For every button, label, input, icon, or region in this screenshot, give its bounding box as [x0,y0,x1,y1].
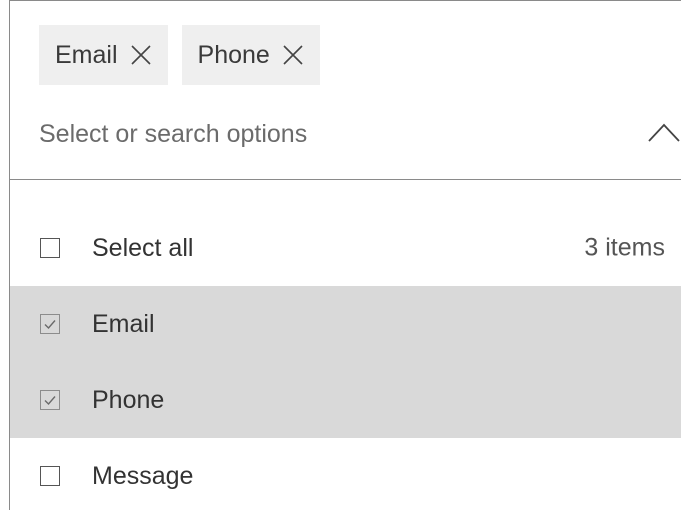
options-list: Select all 3 items Email Phone Message [10,210,681,514]
option-checkbox[interactable] [40,390,60,410]
chip-email: Email [39,25,168,85]
item-count: 3 items [584,233,665,262]
option-label: Email [92,309,155,338]
checkmark-icon [44,396,56,406]
checkmark-icon [44,320,56,330]
option-label: Phone [92,385,165,414]
chip-label: Email [55,40,118,69]
search-input[interactable] [39,114,599,154]
select-all-label: Select all [92,233,194,262]
chip-phone: Phone [181,25,320,85]
select-all-option[interactable]: Select all 3 items [10,210,681,286]
option-checkbox[interactable] [40,314,60,334]
multiselect-input-area[interactable]: Email Phone [10,1,681,180]
multiselect-dropdown: Email Phone Select all 3 items [9,0,681,510]
chevron-up-icon[interactable] [647,119,681,145]
option-label: Message [92,461,194,490]
close-icon[interactable] [130,44,152,66]
option-checkbox[interactable] [40,466,60,486]
option-phone[interactable]: Phone [10,362,681,438]
close-icon[interactable] [282,44,304,66]
option-email[interactable]: Email [10,286,681,362]
chip-label: Phone [197,40,270,69]
select-all-checkbox[interactable] [40,238,60,258]
option-message[interactable]: Message [10,438,681,514]
selected-chips: Email Phone [39,25,334,85]
